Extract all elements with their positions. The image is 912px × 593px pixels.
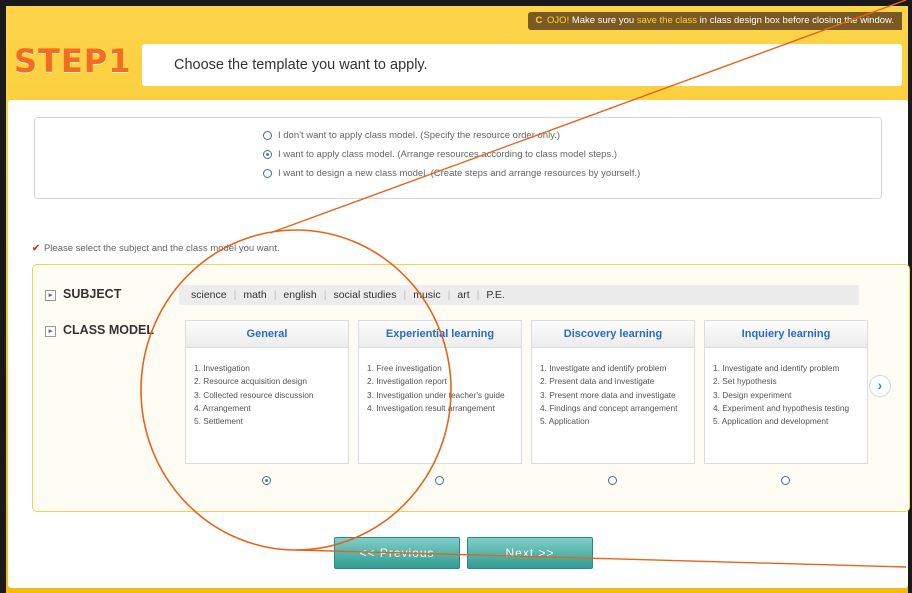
check-icon: ✔ <box>32 243 40 254</box>
next-button[interactable]: Next >> <box>467 537 593 569</box>
model-radio-discovery[interactable] <box>608 476 617 485</box>
radio-apply-model[interactable] <box>263 150 272 159</box>
notice-text-2: in class design box before closing the w… <box>697 15 894 26</box>
card-step: 2. Resource acquisition design <box>194 376 307 387</box>
card-step: 4. Investigation result arrangement <box>367 402 495 413</box>
card-step: 2. Set hypothesis <box>713 376 777 387</box>
option-label: I want to design a new class model. (Cre… <box>278 168 641 179</box>
previous-button[interactable]: << Previous <box>334 537 460 569</box>
model-radio-experiential[interactable] <box>435 476 444 485</box>
card-step: 1. Investigation <box>194 363 250 373</box>
model-radio-general[interactable] <box>262 476 271 485</box>
card-step: 5. Application and development <box>713 416 829 427</box>
option-no-model[interactable]: I don't want to apply class model. (Spec… <box>263 129 560 143</box>
card-step: 1. Investigate and identify problem <box>713 363 840 373</box>
class-model-label: ▸ CLASS MODEL <box>45 323 154 337</box>
radio-new-model[interactable] <box>263 169 272 178</box>
card-step: 2. Investigation report <box>367 376 447 387</box>
class-model-card[interactable]: General 1. Investigation 2. Resource acq… <box>185 320 349 464</box>
main-panel: I don't want to apply class model. (Spec… <box>8 100 910 588</box>
model-radio-inquiery[interactable] <box>781 476 790 485</box>
model-selection-box: ▸ SUBJECT science | math | english | social stu… <box>32 264 910 512</box>
radio-no-model[interactable] <box>263 131 272 140</box>
class-model-label-text: CLASS MODEL <box>63 323 154 337</box>
step-title: STEP1 <box>14 42 132 80</box>
card-step: 3. Investigation under teacher's guide <box>367 389 505 400</box>
class-model-card[interactable]: Experiential learning 1. Free investigat… <box>358 320 522 464</box>
subject-item[interactable]: music <box>413 289 440 301</box>
notice-keyword: OJO! <box>547 15 570 26</box>
card-step: 5. Application <box>540 416 590 427</box>
select-note-text: Please select the subject and the class … <box>43 243 280 254</box>
option-label: I want to apply class model. (Arrange re… <box>278 149 617 160</box>
subject-label-text: SUBJECT <box>63 287 122 301</box>
card-step: 3. Collected resource discussion <box>194 389 314 400</box>
subject-label: ▸ SUBJECT <box>45 287 121 301</box>
card-step: 5. Settlement <box>194 416 243 427</box>
option-new-model[interactable]: I want to design a new class model. (Cre… <box>263 167 640 181</box>
card-step: 2. Present data and investigate <box>540 376 655 387</box>
card-title: Discovery learning <box>532 321 694 348</box>
step-description: Choose the template you want to apply. <box>142 44 902 86</box>
window-edge-top <box>0 0 912 6</box>
window-edge-left <box>0 0 6 593</box>
chevron-right-icon[interactable]: › <box>869 375 891 397</box>
option-label: I don't want to apply class model. (Spec… <box>278 130 561 141</box>
expand-icon: ▸ <box>45 290 56 301</box>
subject-item[interactable]: english <box>283 289 316 301</box>
option-apply-model[interactable]: I want to apply class model. (Arrange re… <box>263 148 617 162</box>
card-step: 1. Free investigation <box>367 363 442 373</box>
class-model-card[interactable]: Inquiery learning 1. Investigate and ide… <box>704 320 868 464</box>
subject-item[interactable]: science <box>191 289 227 301</box>
card-title: Experiential learning <box>359 321 521 348</box>
card-step: 3. Design experiment <box>713 389 792 400</box>
card-step: 4. Findings and concept arrangement <box>540 402 678 413</box>
card-step: 1. Investigate and identify problem <box>540 363 667 373</box>
notice-text-1: Make sure you <box>569 15 637 26</box>
card-title: Inquiery learning <box>705 321 867 348</box>
subject-item[interactable]: art <box>457 289 469 301</box>
subject-item[interactable]: P.E. <box>486 289 505 301</box>
subject-item[interactable]: math <box>243 289 266 301</box>
card-step: 3. Present more data and investigate <box>540 389 676 400</box>
save-notice: C OJO! Make sure you save the class in c… <box>527 12 902 30</box>
class-model-card[interactable]: Discovery learning 1. Investigate and id… <box>531 320 695 464</box>
apply-option-group: I don't want to apply class model. (Spec… <box>34 117 882 199</box>
card-step: 4. Experiment and hypothesis testing <box>713 402 850 413</box>
subject-tabs: science | math | english | social studies | musi… <box>179 285 859 305</box>
subject-item[interactable]: social studies <box>333 289 396 301</box>
select-note: ✔ Please select the subject and the class… <box>32 243 280 254</box>
expand-icon: ▸ <box>45 326 56 337</box>
card-step: 4. Arrangement <box>194 402 251 413</box>
notice-highlight: save the class <box>636 15 698 26</box>
notice-icon: C <box>535 15 543 26</box>
card-title: General <box>186 321 348 348</box>
